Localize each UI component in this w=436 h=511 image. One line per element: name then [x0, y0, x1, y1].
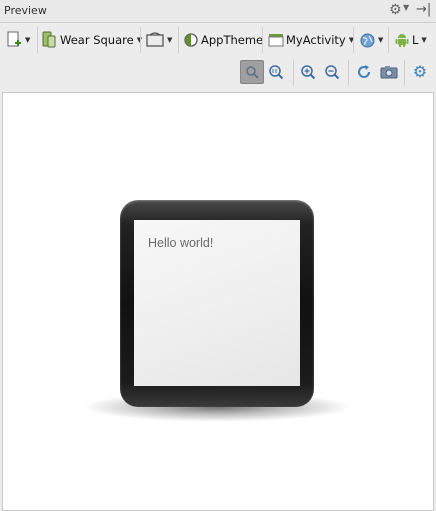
zoom-out-button[interactable]	[320, 60, 344, 84]
wear-square-device-frame: Hello world!	[120, 200, 314, 407]
zoom-actual-size-icon	[269, 65, 284, 80]
toolbar-divider	[293, 60, 294, 86]
preview-title-bar: Preview ⚙ ▼ →|	[0, 0, 436, 23]
toolbar-divider	[404, 60, 405, 86]
zoom-toolbar: ⚙	[0, 56, 436, 90]
device-icon	[42, 31, 56, 48]
activity-icon	[268, 34, 284, 47]
new-configuration-icon	[7, 31, 21, 47]
activity-selector[interactable]: MyActivity ▼	[268, 30, 354, 50]
camera-icon	[380, 66, 398, 79]
toolbar-divider	[348, 60, 349, 86]
toolbar-divider	[178, 27, 179, 53]
refresh-button[interactable]	[352, 60, 376, 84]
zoom-to-fit-button[interactable]	[240, 60, 264, 84]
orientation-selector[interactable]: ▼	[146, 30, 172, 50]
zoom-to-fit-icon	[246, 66, 259, 79]
zoom-out-icon	[325, 65, 340, 80]
new-configuration-button[interactable]: ▼	[6, 30, 30, 50]
orientation-icon	[146, 32, 164, 47]
chevron-down-icon: ▼	[25, 36, 31, 44]
options-button[interactable]: ⚙	[408, 60, 432, 84]
toolbar-divider	[140, 27, 141, 53]
toolbar-divider	[37, 27, 38, 53]
toolbar-divider	[388, 27, 389, 53]
gear-icon[interactable]: ⚙	[389, 2, 402, 18]
chevron-down-icon: ▼	[421, 36, 427, 44]
hide-panel-icon[interactable]: →|	[416, 2, 431, 17]
android-icon	[395, 34, 409, 47]
configuration-toolbar: ▼ Wear Square ▼ ▼ AppTheme MyActivity ▼	[0, 23, 436, 56]
hello-text[interactable]: Hello world!	[148, 236, 213, 250]
toolbar-divider	[353, 27, 354, 53]
zoom-actual-size-button[interactable]	[264, 60, 288, 84]
toolbar-divider	[262, 27, 263, 53]
chevron-down-icon[interactable]: ▼	[403, 3, 409, 12]
api-level-label: L	[412, 33, 419, 47]
refresh-icon	[358, 65, 370, 78]
theme-selector[interactable]: AppTheme	[184, 30, 263, 50]
panel-title: Preview	[4, 4, 47, 17]
zoom-in-icon	[301, 65, 316, 80]
theme-icon	[184, 33, 198, 47]
gear-icon: ⚙	[412, 62, 428, 81]
device-label: Wear Square	[60, 33, 134, 47]
screenshot-button[interactable]	[377, 60, 401, 84]
chevron-down-icon: ▼	[167, 36, 173, 44]
globe-icon	[360, 33, 375, 47]
activity-label: MyActivity	[286, 33, 346, 47]
api-level-selector[interactable]: L ▼	[395, 30, 427, 50]
locale-selector[interactable]: ▼	[360, 30, 383, 50]
theme-label: AppTheme	[201, 33, 264, 47]
device-screen[interactable]: Hello world!	[134, 220, 300, 386]
device-selector[interactable]: Wear Square ▼	[42, 30, 142, 50]
chevron-down-icon: ▼	[378, 36, 384, 44]
zoom-in-button[interactable]	[296, 60, 320, 84]
